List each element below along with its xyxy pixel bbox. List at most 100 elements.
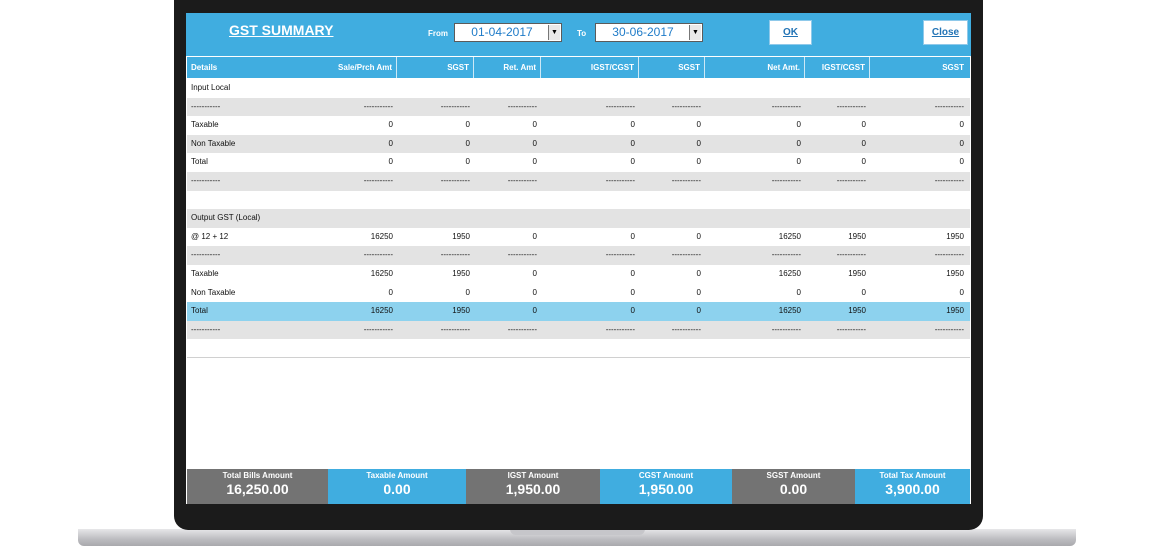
table-cell: 0 — [630, 268, 635, 278]
table-row[interactable]: Total 16250 1950 0 0 0 16250 1950 1950 — [187, 302, 970, 321]
table-cell — [639, 209, 701, 228]
table-cell: ----------- — [605, 324, 635, 334]
table-row[interactable]: @ 12 + 12 16250 1950 0 0 0 16250 1950 1950 — [187, 227, 970, 247]
table-cell: 0 — [532, 231, 537, 241]
table-cell: 0 — [796, 157, 801, 167]
table-cell — [326, 79, 393, 98]
table-cell: 16250 — [370, 268, 393, 278]
table-cell — [870, 79, 964, 98]
table-cell: 0 — [630, 231, 635, 241]
table-cell: 0 — [696, 138, 701, 148]
table-cell — [397, 209, 470, 228]
table-row[interactable]: Input Local — [187, 79, 970, 98]
table-row[interactable]: ----------- ----------- ----------- -------… — [187, 97, 970, 117]
table-cell: 16250 — [370, 306, 393, 316]
table-cell: ----------- — [836, 250, 866, 260]
table-row[interactable] — [187, 190, 970, 210]
row-label: @ 12 + 12 — [191, 231, 229, 241]
table-cell: 0 — [861, 138, 866, 148]
table-cell — [805, 191, 866, 210]
table-cell — [639, 79, 701, 98]
table-cell — [397, 191, 470, 210]
footer-total-title: Total Tax Amount — [879, 471, 946, 480]
table-cell: 0 — [630, 306, 635, 316]
to-label: To — [577, 29, 587, 38]
table-cell: 0 — [532, 287, 537, 297]
table-cell: ----------- — [934, 324, 964, 334]
footer-total-title: Taxable Amount — [366, 471, 428, 480]
table-cell — [541, 191, 635, 210]
column-header: Net Amt. — [705, 57, 805, 78]
footer-total-box: Taxable Amount 0.00 — [328, 469, 466, 504]
table-cell: ----------- — [440, 175, 470, 185]
table-cell — [705, 191, 801, 210]
table-cell: ----------- — [507, 175, 537, 185]
table-cell: ----------- — [836, 324, 866, 334]
table-cell: ----------- — [771, 250, 801, 260]
row-label: ----------- — [191, 324, 221, 334]
table-cell: 0 — [465, 138, 470, 148]
footer-total-value: 1,950.00 — [505, 481, 561, 497]
table-cell: ----------- — [671, 175, 701, 185]
table-cell: 1950 — [848, 268, 866, 278]
row-label: Non Taxable — [191, 138, 236, 148]
table-cell: 0 — [696, 157, 701, 167]
column-header-details: Details — [191, 63, 218, 72]
chevron-down-icon[interactable]: ▼ — [548, 25, 560, 40]
totals-footer: Total Bills Amount 16,250.00 Taxable Amoun… — [187, 469, 970, 504]
table-cell: 0 — [696, 231, 701, 241]
table-cell: 0 — [630, 157, 635, 167]
table-cell: 0 — [696, 120, 701, 130]
table-cell: ----------- — [363, 175, 393, 185]
table-cell — [474, 191, 537, 210]
footer-total-value: 16,250.00 — [226, 481, 289, 497]
footer-total-title: SGST Amount — [766, 471, 821, 480]
table-cell: 0 — [959, 157, 964, 167]
table-cell: ----------- — [507, 250, 537, 260]
table-cell: 0 — [465, 157, 470, 167]
table-row[interactable]: ----------- ----------- ----------- -------… — [187, 320, 970, 340]
row-label: ----------- — [191, 250, 221, 260]
table-cell: 0 — [796, 287, 801, 297]
table-row[interactable]: ----------- ----------- ----------- -------… — [187, 171, 970, 191]
table-row[interactable]: Taxable 0 0 0 0 0 0 0 0 — [187, 116, 970, 135]
table-cell: ----------- — [605, 175, 635, 185]
table-cell: 1950 — [452, 231, 470, 241]
from-label: From — [428, 29, 448, 38]
table-cell: ----------- — [671, 324, 701, 334]
column-header: IGST/CGST — [541, 57, 639, 78]
row-label: Taxable — [191, 120, 219, 130]
chevron-down-icon[interactable]: ▼ — [689, 25, 701, 40]
table-cell: ----------- — [363, 250, 393, 260]
table-cell: ----------- — [605, 250, 635, 260]
table-row[interactable]: Total 0 0 0 0 0 0 0 0 — [187, 153, 970, 172]
table-cell: ----------- — [363, 324, 393, 334]
row-label: Non Taxable — [191, 287, 236, 297]
table-cell — [397, 79, 470, 98]
table-cell: ----------- — [440, 324, 470, 334]
table-cell: 0 — [532, 306, 537, 316]
footer-total-box: SGST Amount 0.00 — [732, 469, 855, 504]
table-cell: 0 — [388, 157, 393, 167]
table-cell: 0 — [532, 157, 537, 167]
table-row[interactable]: Output GST (Local) — [187, 209, 970, 228]
from-date-picker[interactable]: 01-04-2017 ▼ — [454, 23, 562, 42]
ok-button[interactable]: OK — [769, 20, 812, 45]
table-cell: 1950 — [452, 268, 470, 278]
table-cell: 0 — [388, 138, 393, 148]
table-row[interactable]: Taxable 16250 1950 0 0 0 16250 1950 1950 — [187, 264, 970, 284]
to-date-picker[interactable]: 30-06-2017 ▼ — [595, 23, 703, 42]
column-header: Ret. Amt — [474, 57, 541, 78]
table-cell: 0 — [630, 120, 635, 130]
table-cell: 0 — [696, 268, 701, 278]
table-row[interactable]: ----------- ----------- ----------- -------… — [187, 246, 970, 265]
close-button[interactable]: Close — [923, 20, 968, 45]
table-row[interactable]: Non Taxable 0 0 0 0 0 0 0 0 — [187, 283, 970, 303]
table-cell — [474, 209, 537, 228]
table-cell: 16250 — [778, 231, 801, 241]
row-label: ----------- — [191, 101, 221, 111]
table-row[interactable]: Non Taxable 0 0 0 0 0 0 0 0 — [187, 134, 970, 154]
table-cell: 0 — [861, 157, 866, 167]
table-cell: 1950 — [946, 306, 964, 316]
table-cell — [474, 79, 537, 98]
